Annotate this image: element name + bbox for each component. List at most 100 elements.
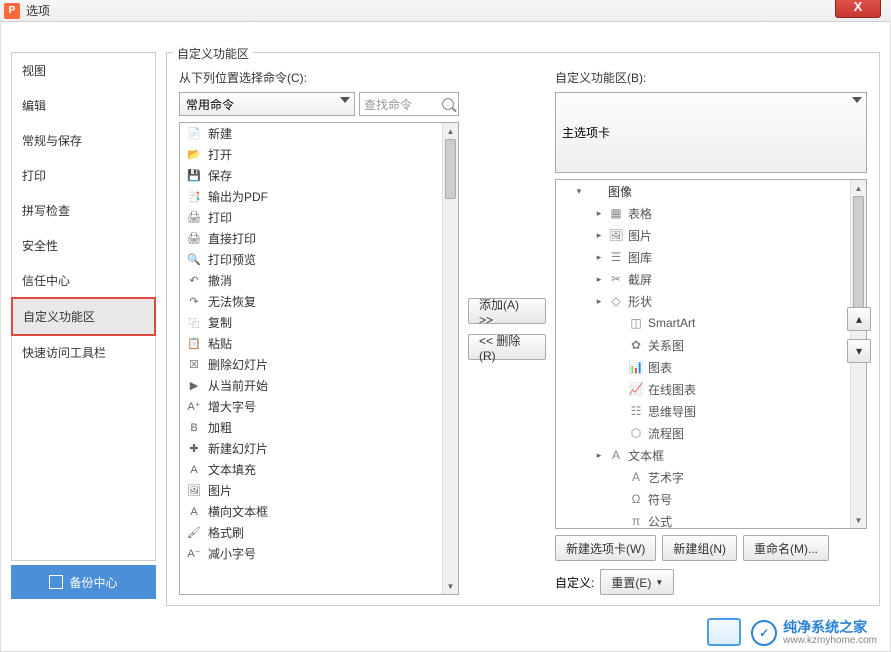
nav-spellcheck[interactable]: 拼写检查: [12, 193, 155, 228]
reset-label: 重置(E): [611, 574, 651, 591]
remove-button[interactable]: << 删除(R): [468, 334, 546, 360]
main-panel: 自定义功能区 从下列位置选择命令(C): 常用命令 查找命令 📄新建📂打开💾保存…: [166, 52, 880, 606]
commands-category-dropdown[interactable]: 常用命令: [179, 92, 355, 116]
tree-item[interactable]: ▸▦表格▸: [556, 202, 866, 224]
command-label: 保存: [208, 167, 232, 184]
command-label: 粘贴: [208, 335, 232, 352]
command-item[interactable]: A⁻减小字号: [180, 543, 458, 564]
nav-view[interactable]: 视图: [12, 53, 155, 88]
nav-print[interactable]: 打印: [12, 158, 155, 193]
search-command-input[interactable]: 查找命令: [359, 92, 459, 116]
scroll-up-icon[interactable]: ▲: [851, 180, 866, 196]
command-item[interactable]: ✚新建幻灯片|▸: [180, 438, 458, 459]
new-group-button[interactable]: 新建组(N): [662, 535, 737, 561]
command-item[interactable]: B加粗: [180, 417, 458, 438]
nav-quick-access[interactable]: 快速访问工具栏: [12, 335, 155, 370]
nav-general-save[interactable]: 常规与保存: [12, 123, 155, 158]
reset-dropdown-button[interactable]: 重置(E) ▼: [600, 569, 674, 595]
command-label: 打印预览: [208, 251, 256, 268]
tree-toggle-icon[interactable]: ▸: [594, 230, 604, 241]
tree-item[interactable]: ◫SmartArt: [556, 312, 866, 334]
tree-toggle-icon[interactable]: ▸: [594, 450, 604, 461]
backup-center-button[interactable]: 备份中心: [11, 565, 156, 599]
command-item[interactable]: 🔍打印预览: [180, 249, 458, 270]
tree-item[interactable]: ▸🖼图片▸: [556, 224, 866, 246]
commands-listbox[interactable]: 📄新建📂打开 💾 保存 📑输出为PDF🖨打印🖨直接打印🔍打印预览↶撤消|▸↷无法恢复⿻…: [179, 122, 459, 595]
scroll-thumb[interactable]: [853, 196, 864, 316]
command-item[interactable]: ☒删除幻灯片: [180, 354, 458, 375]
scroll-up-icon[interactable]: ▲: [443, 123, 458, 139]
command-item[interactable]: A文本填充|▸: [180, 459, 458, 480]
command-item[interactable]: 🖌格式刷: [180, 522, 458, 543]
tree-item[interactable]: ▸◇形状▸: [556, 290, 866, 312]
command-item[interactable]: ↶撤消|▸: [180, 270, 458, 291]
tree-item[interactable]: ⬡流程图: [556, 422, 866, 444]
command-icon: 📑: [186, 189, 202, 205]
rename-button[interactable]: 重命名(M)...: [743, 535, 829, 561]
command-icon: 💾: [186, 168, 202, 184]
command-item[interactable]: ⿻复制: [180, 312, 458, 333]
tree-node-label: 表格: [628, 205, 652, 222]
tree-item[interactable]: 📊图表: [556, 356, 866, 378]
tree-node-label: 图像: [608, 183, 632, 200]
nav-edit[interactable]: 编辑: [12, 88, 155, 123]
watermark-domain: www.kzmyhome.com: [783, 635, 877, 646]
command-item[interactable]: 🖨直接打印: [180, 228, 458, 249]
tree-item[interactable]: ▾ 图像: [556, 180, 866, 202]
close-button[interactable]: X: [835, 0, 881, 18]
search-icon: [442, 98, 454, 110]
move-up-button[interactable]: ▴: [847, 307, 871, 331]
tree-node-icon: 🖼: [608, 227, 624, 243]
command-icon: A: [186, 462, 202, 478]
tree-node-label: 图片: [628, 227, 652, 244]
command-item[interactable]: 🖨打印: [180, 207, 458, 228]
tree-toggle-icon[interactable]: ▾: [574, 186, 584, 197]
tree-item[interactable]: ▸✂截屏▸: [556, 268, 866, 290]
command-item[interactable]: 📑输出为PDF: [180, 186, 458, 207]
tree-toggle-icon[interactable]: ▸: [594, 296, 604, 307]
nav-customize-ribbon[interactable]: 自定义功能区: [11, 297, 156, 336]
tree-item[interactable]: Ω符号▸: [556, 488, 866, 510]
move-down-button[interactable]: ▾: [847, 339, 871, 363]
scroll-down-icon[interactable]: ▼: [851, 512, 866, 528]
command-item[interactable]: ↷无法恢复: [180, 291, 458, 312]
nav-trust-center[interactable]: 信任中心: [12, 263, 155, 298]
command-item[interactable]: 💾 保存: [180, 165, 458, 186]
command-item[interactable]: 🖼图片|▸: [180, 480, 458, 501]
command-item[interactable]: ▶从当前开始: [180, 375, 458, 396]
backup-label: 备份中心: [69, 574, 117, 591]
scroll-down-icon[interactable]: ▼: [443, 578, 458, 594]
tree-item[interactable]: A艺术字: [556, 466, 866, 488]
tree-toggle-icon[interactable]: ▸: [594, 208, 604, 219]
tree-item[interactable]: 📈在线图表: [556, 378, 866, 400]
scrollbar[interactable]: ▲ ▼: [442, 123, 458, 594]
tree-toggle-icon[interactable]: ▸: [594, 252, 604, 263]
new-tab-button[interactable]: 新建选项卡(W): [555, 535, 656, 561]
scroll-thumb[interactable]: [445, 139, 456, 199]
tree-item[interactable]: ▸☰图库▸: [556, 246, 866, 268]
tree-item[interactable]: π公式: [556, 510, 866, 528]
tree-node-icon: ✿: [628, 337, 644, 353]
tree-item[interactable]: ▸A文本框▸: [556, 444, 866, 466]
tree-item[interactable]: ✿关系图: [556, 334, 866, 356]
command-item[interactable]: 📄新建: [180, 123, 458, 144]
command-item[interactable]: A横向文本框: [180, 501, 458, 522]
tree-node-label: 文本框: [628, 447, 664, 464]
partial-button[interactable]: [707, 618, 741, 646]
backup-icon: [49, 575, 63, 589]
ribbon-tree[interactable]: ▾图像▸▦表格▸▸🖼图片▸▸☰图库▸▸✂截屏▸▸◇形状▸◫SmartArt✿关系…: [555, 179, 867, 529]
custom-label: 自定义:: [555, 574, 594, 591]
command-icon: ↶: [186, 273, 202, 289]
add-button[interactable]: 添加(A) >>: [468, 298, 546, 324]
ribbon-tabs-dropdown[interactable]: 主选项卡: [555, 92, 867, 173]
tree-node-label: 公式: [648, 513, 672, 529]
command-item[interactable]: 📂打开: [180, 144, 458, 165]
tree-item[interactable]: ☷思维导图: [556, 400, 866, 422]
tree-toggle-icon[interactable]: ▸: [594, 274, 604, 285]
command-item[interactable]: A⁺增大字号: [180, 396, 458, 417]
nav-security[interactable]: 安全性: [12, 228, 155, 263]
command-item[interactable]: 📋粘贴|▸: [180, 333, 458, 354]
command-icon: 🖨: [186, 210, 202, 226]
dropdown-value: 常用命令: [186, 96, 234, 113]
command-label: 加粗: [208, 419, 232, 436]
